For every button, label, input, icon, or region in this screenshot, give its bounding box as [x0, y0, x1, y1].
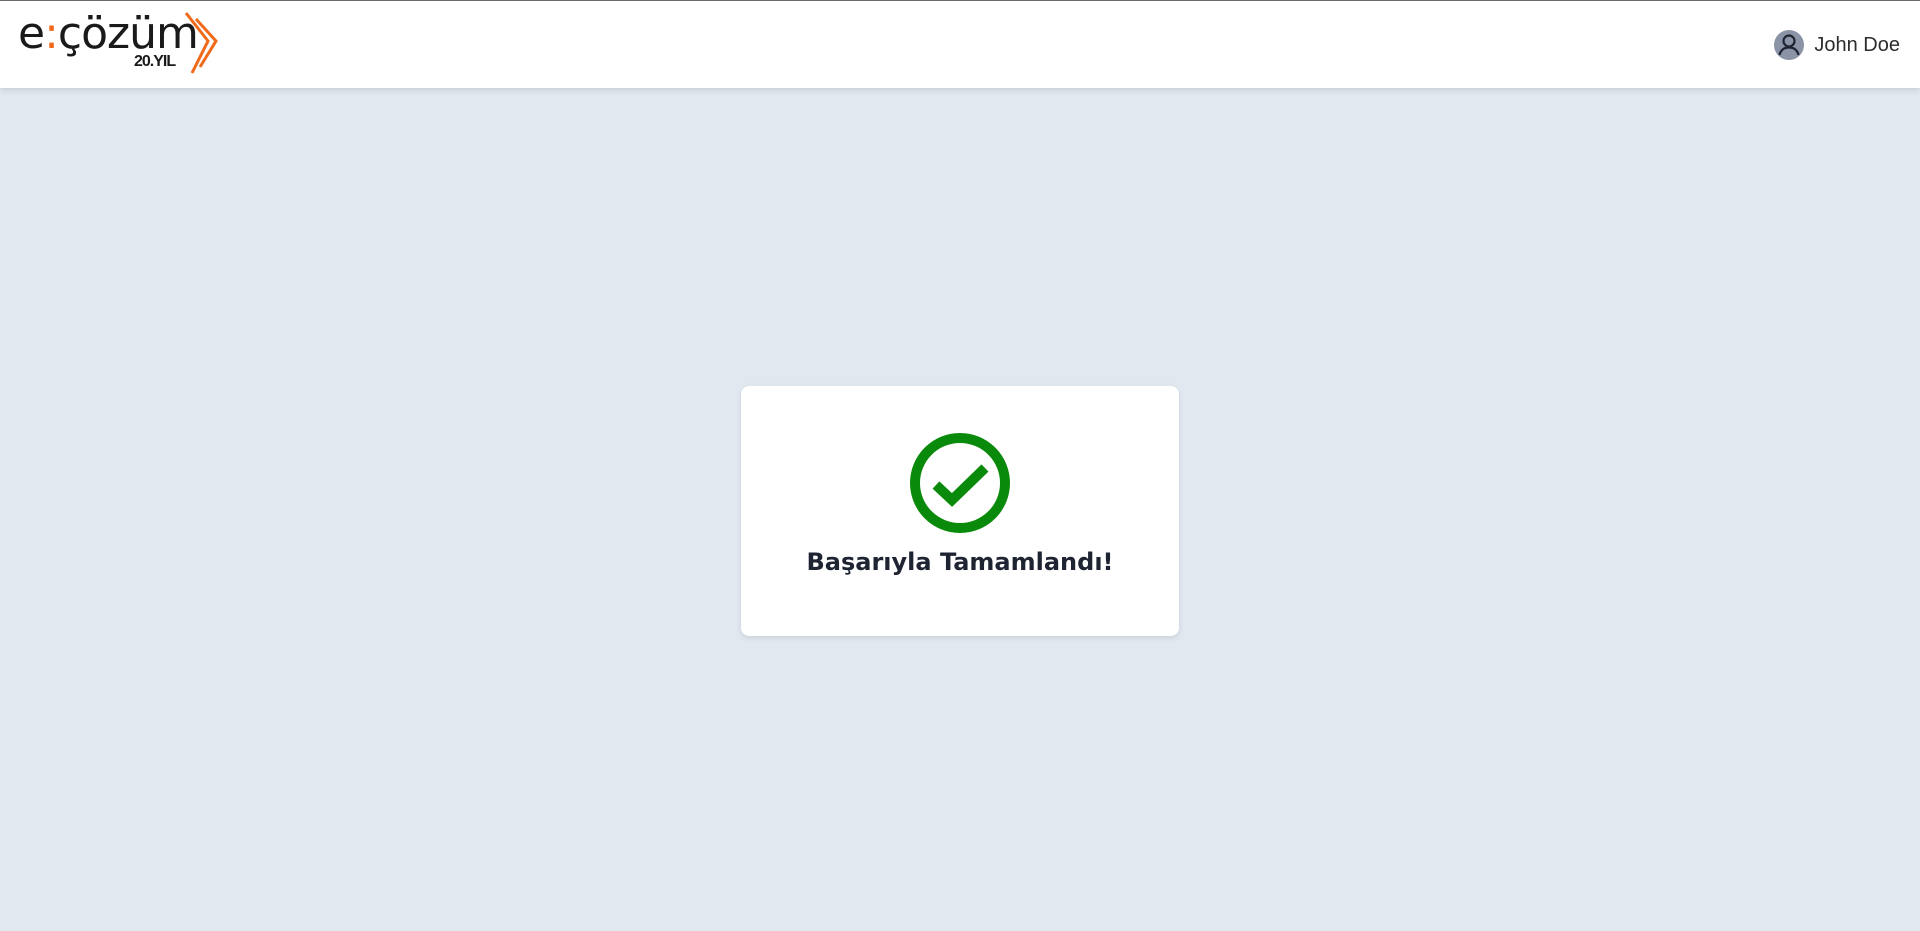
- success-card: Başarıyla Tamamlandı!: [741, 386, 1179, 636]
- success-message: Başarıyla Tamamlandı!: [806, 548, 1114, 576]
- user-avatar-icon: [1774, 30, 1805, 60]
- logo-subtitle: 20.YIL: [134, 53, 176, 70]
- check-circle-icon: [910, 433, 1010, 533]
- user-menu[interactable]: John Doe: [1774, 29, 1900, 61]
- logo-colon: :: [44, 8, 59, 59]
- logo-wordmark: e:çözüm: [18, 8, 199, 59]
- ecozum-logo[interactable]: e:çözüm 20.YIL: [18, 9, 223, 75]
- logo-letter-e: e: [18, 8, 45, 59]
- logo-chevron-icon: [184, 12, 218, 74]
- top-navbar: e:çözüm 20.YIL John Doe: [0, 0, 1920, 88]
- user-name: John Doe: [1814, 33, 1900, 56]
- logo-word-cozum: çözüm: [57, 8, 199, 59]
